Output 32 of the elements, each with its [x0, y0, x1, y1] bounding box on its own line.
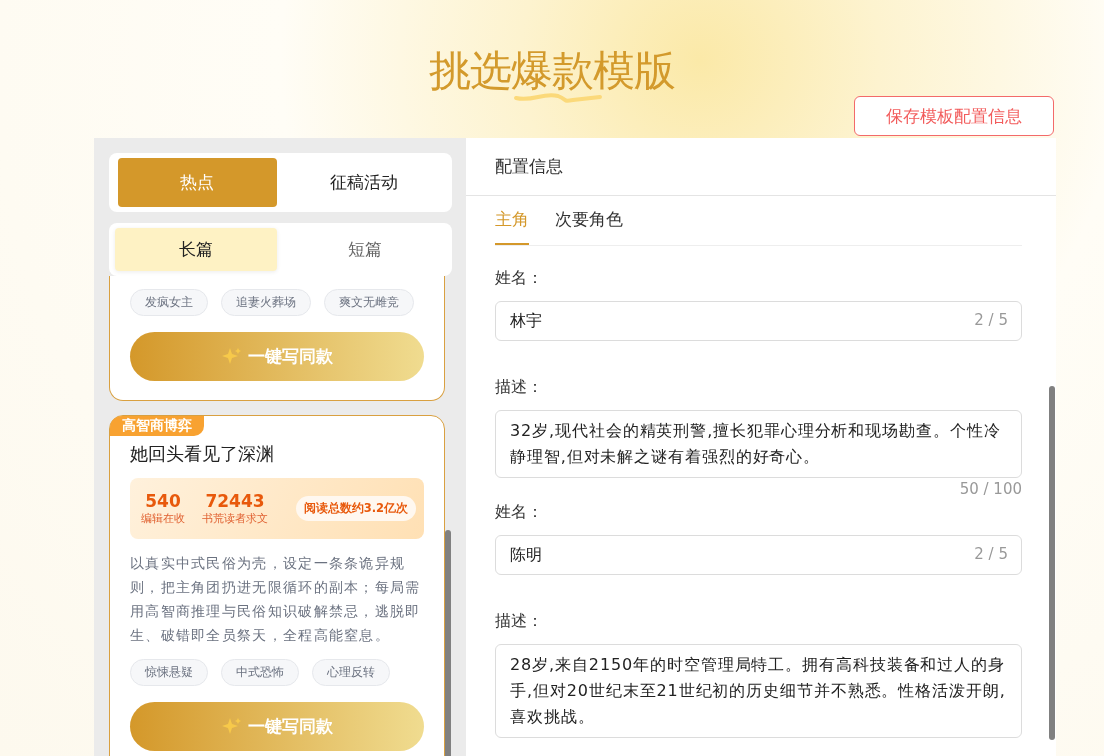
- card-description: 以真实中式民俗为壳，设定一条条诡异规则，把主角团扔进无限循环的副本；每局需用高智商推理与民俗知识破解禁忌，逃脱即生、破错即全员祭天，全程高能窒息。: [130, 554, 422, 645]
- genre-tag: 爽文无雌竞: [324, 289, 414, 316]
- field-label: 描述：: [495, 377, 544, 398]
- role-tab[interactable]: 次要角色: [555, 196, 623, 245]
- field-label: 姓名：: [495, 268, 544, 289]
- category-badge: 高智商博弈: [110, 416, 204, 436]
- stat-value: 72443: [205, 491, 265, 511]
- read-count-pill: 阅读总数约3.2亿次: [295, 496, 416, 521]
- field-label: 描述：: [495, 611, 544, 632]
- genre-tag: 发疯女主: [130, 289, 208, 316]
- genre-tag: 追妻火葬场: [221, 289, 311, 316]
- description-textarea[interactable]: 28岁,来自2150年的时空管理局特工。拥有高科技装备和过人的身手,但对20世纪末至21世纪初的历史细节并不熟悉。性格活泼开朗,喜欢挑战。: [495, 644, 1022, 738]
- genre-tag: 心理反转: [312, 659, 390, 686]
- stat-label: 编辑在收: [141, 510, 185, 526]
- squiggle-icon: [513, 90, 603, 104]
- page-title: 挑选爆款模版: [429, 42, 675, 100]
- field-label: 姓名：: [495, 502, 544, 523]
- char-counter: 50 / 100: [959, 480, 1022, 498]
- length-tab[interactable]: 短篇: [284, 228, 446, 271]
- length-tab[interactable]: 长篇: [115, 228, 277, 271]
- stat-value: 540: [145, 491, 181, 511]
- genre-tag: 中式恐怖: [221, 659, 299, 686]
- source-tab[interactable]: 征稿活动: [284, 158, 443, 207]
- genre-tag: 惊悚悬疑: [130, 659, 208, 686]
- card-title: 她回头看见了深渊: [130, 442, 275, 466]
- panel-heading: 配置信息: [466, 138, 1056, 196]
- stat-label: 书荒读者求文: [202, 510, 268, 526]
- description-textarea[interactable]: 32岁,现代社会的精英刑警,擅长犯罪心理分析和现场勘查。个性冷静理智,但对未解之谜有着强烈的好奇心。: [495, 410, 1022, 478]
- scrollbar-thumb[interactable]: [445, 530, 451, 756]
- char-counter: 2 / 5: [974, 311, 1008, 329]
- char-counter: 2 / 5: [974, 545, 1008, 563]
- scrollbar-thumb[interactable]: [1049, 386, 1055, 740]
